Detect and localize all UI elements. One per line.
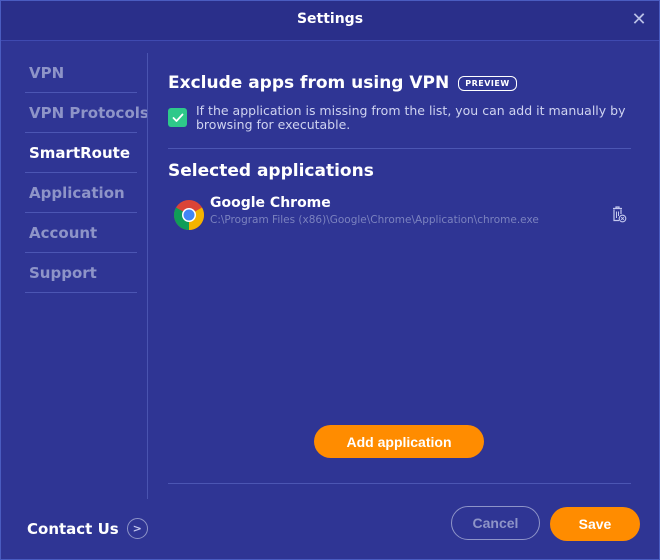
sidebar-divider <box>147 53 148 499</box>
sidebar-item-vpn[interactable]: VPN <box>25 53 137 93</box>
trash-icon[interactable] <box>611 205 627 223</box>
add-application-button[interactable]: Add application <box>314 425 484 458</box>
chrome-icon <box>173 200 205 230</box>
sidebar-item-vpn-protocols[interactable]: VPN Protocols <box>25 93 149 133</box>
preview-badge: PREVIEW <box>458 75 517 91</box>
settings-sidebar: VPN VPN Protocols SmartRoute Application… <box>25 53 149 293</box>
title-bar: Settings ✕ <box>1 1 659 41</box>
window-title: Settings <box>296 11 364 27</box>
app-name: Google Chrome <box>210 195 331 211</box>
exclude-apps-checkbox[interactable] <box>168 108 187 127</box>
save-button[interactable]: Save <box>550 507 640 541</box>
list-item: Google Chrome C:\Program Files (x86)\Goo… <box>173 195 633 235</box>
exclude-apps-section: Exclude apps from using VPN PREVIEW If t… <box>168 69 631 132</box>
checkbox-description: If the application is missing from the l… <box>196 103 626 132</box>
section-divider <box>168 148 631 149</box>
cancel-button[interactable]: Cancel <box>451 506 540 540</box>
contact-us-label: Contact Us <box>27 519 119 538</box>
close-button[interactable]: ✕ <box>629 10 649 30</box>
chevron-right-icon: > <box>126 518 148 539</box>
settings-window: Settings ✕ VPN VPN Protocols SmartRoute … <box>0 0 660 560</box>
selected-apps-heading: Selected applications <box>168 161 374 181</box>
footer-divider <box>168 483 631 484</box>
section-heading: Exclude apps from using VPN <box>168 73 450 93</box>
close-icon: ✕ <box>631 9 647 30</box>
app-path: C:\Program Files (x86)\Google\Chrome\App… <box>210 214 539 226</box>
sidebar-item-application[interactable]: Application <box>25 173 137 213</box>
sidebar-item-account[interactable]: Account <box>25 213 137 253</box>
checkmark-icon <box>172 113 183 122</box>
sidebar-item-smartroute[interactable]: SmartRoute <box>25 133 137 173</box>
sidebar-item-support[interactable]: Support <box>25 253 137 293</box>
contact-us-link[interactable]: Contact Us > <box>27 518 148 539</box>
